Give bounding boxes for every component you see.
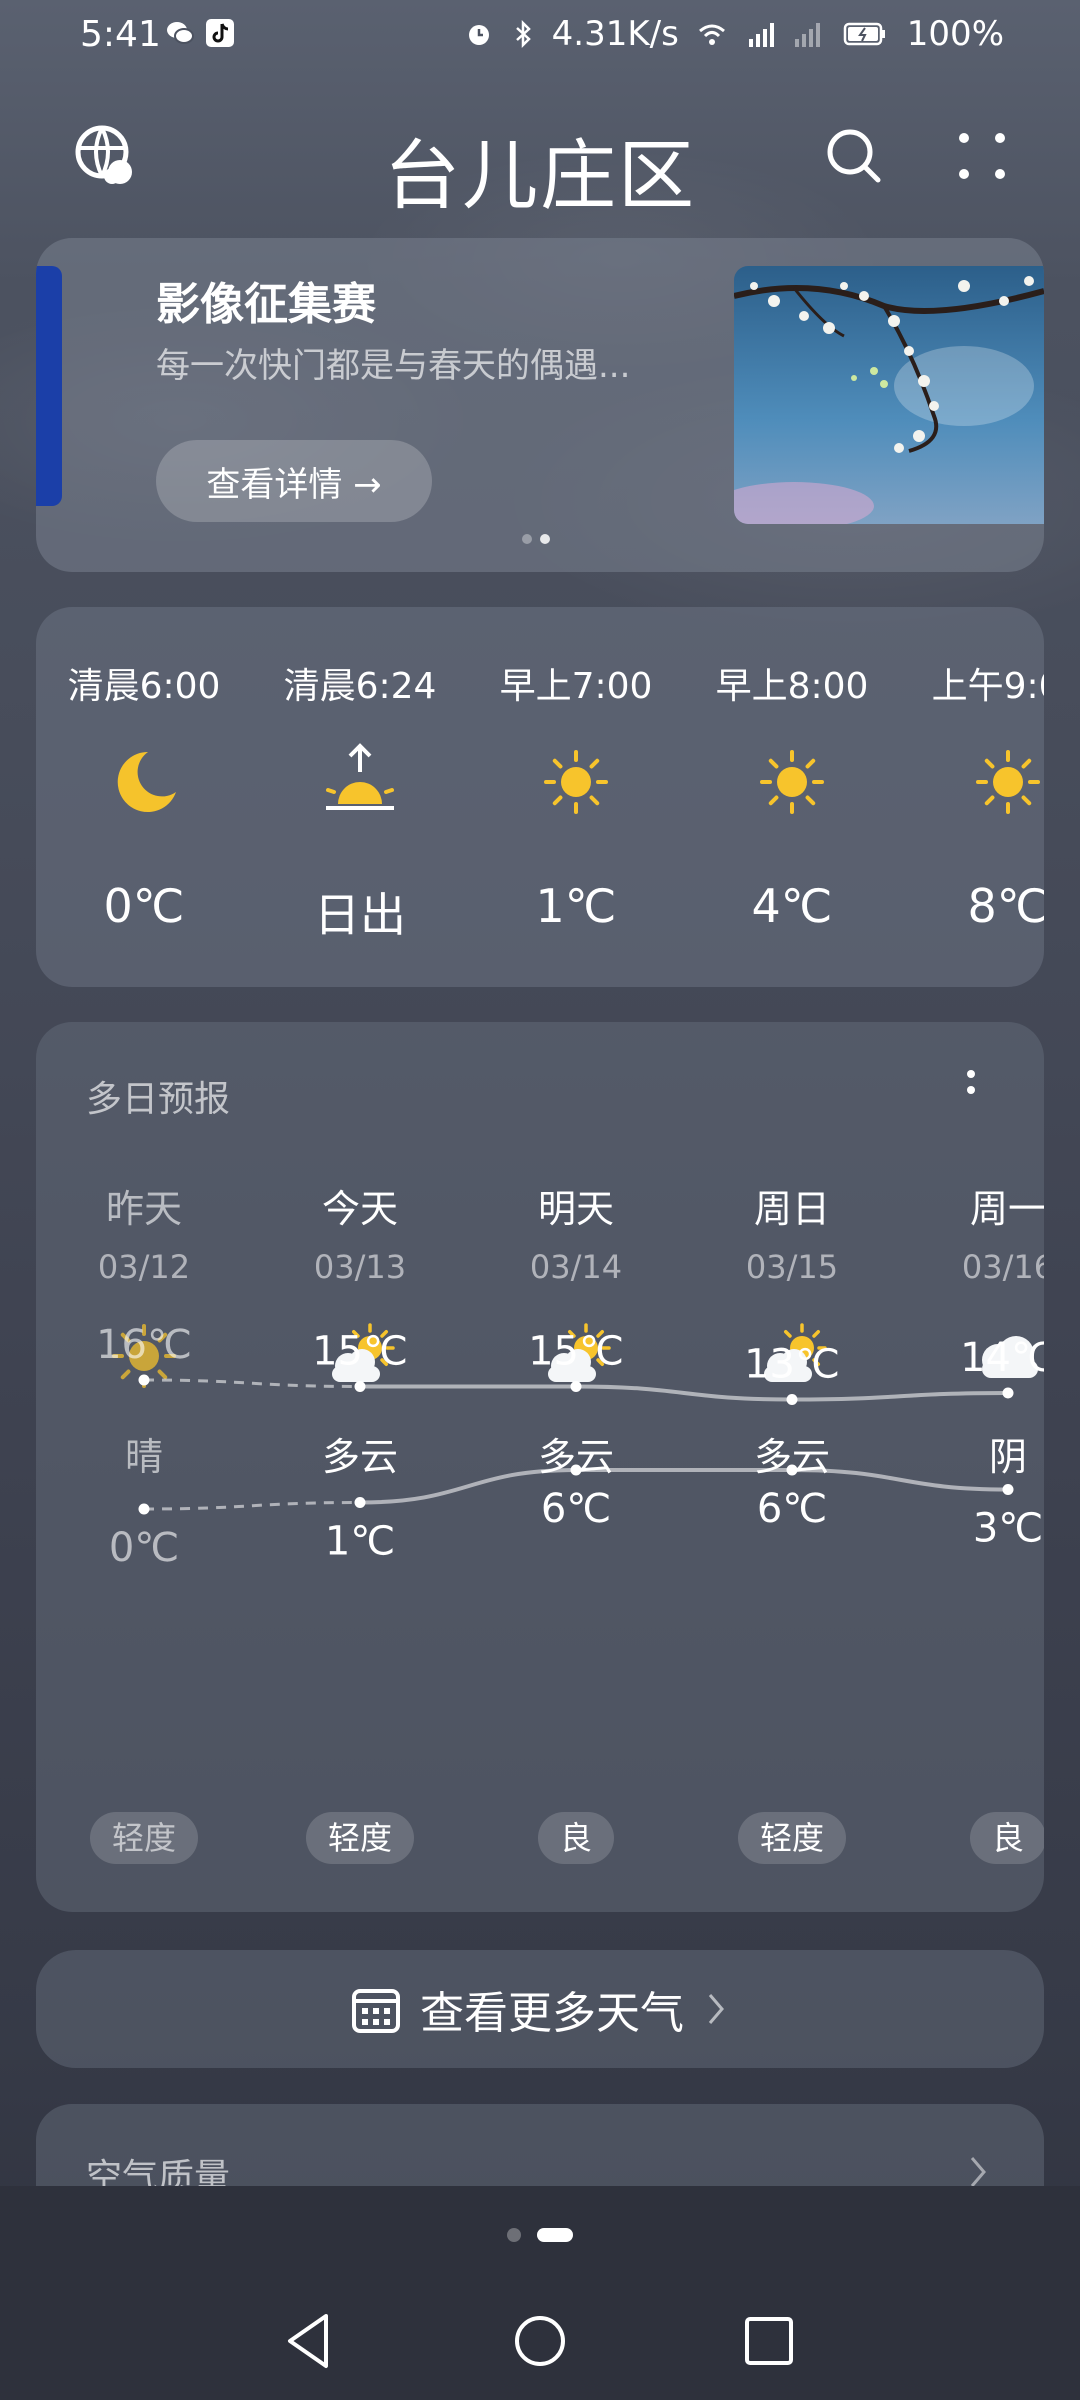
network-speed: 4.31K/s xyxy=(551,14,679,54)
alarm-icon xyxy=(468,25,489,45)
hour-time: 清晨6:00 xyxy=(67,666,221,707)
signal-secondary-icon xyxy=(794,23,820,47)
hour-temp: 0℃ xyxy=(103,879,185,933)
day-condition: 多云 xyxy=(753,1435,830,1479)
day-item[interactable]: 今天 03/13 多云 轻度 xyxy=(252,1022,468,1912)
promo-pagination xyxy=(522,534,550,544)
promo-prev-banner-edge xyxy=(36,266,62,506)
partly-cloudy-icon xyxy=(548,1323,611,1382)
cloud-icon xyxy=(982,1336,1038,1378)
nav-home-icon[interactable] xyxy=(505,2306,575,2376)
hour-item: 清晨6:00 0℃ xyxy=(36,607,252,987)
day-date: 03/14 xyxy=(529,1248,623,1286)
day-date: 03/16 xyxy=(961,1248,1044,1286)
hourly-forecast[interactable]: 清晨6:00 0℃ 清晨6:24 日出 早上7:00 1℃ 早上8:00 4℃ … xyxy=(36,607,1044,987)
day-name: 周日 xyxy=(753,1187,830,1231)
wechat-icon xyxy=(167,22,194,44)
daily-forecast[interactable]: 多日预报 昨天 03/12 晴 轻度 今天 03/13 多云 轻度 明天 03/… xyxy=(36,1022,1044,1912)
promo-subtitle: 每一次快门都是与春天的偶遇... xyxy=(156,346,631,386)
app-header: 台儿庄区 xyxy=(0,110,1080,220)
calendar-icon xyxy=(352,1989,400,2033)
hour-time: 早上8:00 xyxy=(715,666,869,707)
page-dot-active xyxy=(537,2228,573,2242)
hour-time: 上午9:00 xyxy=(931,666,1044,707)
day-item[interactable]: 明天 03/14 多云 良 xyxy=(468,1022,684,1912)
city-title: 台儿庄区 xyxy=(384,131,696,220)
promo-details-button[interactable]: 查看详情 → xyxy=(156,440,432,522)
promo-blossom-image xyxy=(734,266,1044,524)
search-icon[interactable] xyxy=(822,124,886,188)
hour-item: 清晨6:24 日出 xyxy=(252,607,468,987)
day-condition: 多云 xyxy=(321,1435,398,1479)
day-item[interactable]: 周一 03/16 阴 良 xyxy=(900,1022,1044,1912)
day-condition: 阴 xyxy=(988,1435,1027,1479)
day-date: 03/15 xyxy=(745,1248,839,1286)
status-time: 5:41 xyxy=(80,14,161,55)
city-page-indicator xyxy=(0,2228,1080,2242)
day-date: 03/12 xyxy=(97,1248,191,1286)
aqi-badge: 轻度 xyxy=(305,1812,415,1864)
sun-icon xyxy=(544,750,608,814)
partly-cloudy-icon xyxy=(332,1323,395,1382)
battery-level: 100% xyxy=(906,14,1004,54)
aqi-badge: 良 xyxy=(537,1812,615,1864)
day-name: 今天 xyxy=(321,1187,398,1231)
day-condition: 多云 xyxy=(537,1435,614,1479)
chevron-right-icon xyxy=(970,2157,986,2187)
sun-icon xyxy=(112,1324,176,1388)
day-name: 明天 xyxy=(537,1187,614,1231)
hour-item: 早上7:00 1℃ xyxy=(468,607,684,987)
hour-temp: 1℃ xyxy=(535,879,617,933)
day-name: 周一 xyxy=(969,1187,1044,1231)
hour-item: 早上8:00 4℃ xyxy=(684,607,900,987)
promo-dot xyxy=(522,534,532,544)
partly-cloudy-icon xyxy=(764,1323,827,1382)
tiktok-icon xyxy=(206,19,234,47)
status-notification-icons xyxy=(165,18,235,48)
aqi-badge: 轻度 xyxy=(89,1812,199,1864)
hour-time: 清晨6:24 xyxy=(283,666,437,707)
more-grid-icon[interactable] xyxy=(950,124,1014,188)
nav-back-icon[interactable] xyxy=(274,2306,344,2376)
aqi-badge: 良 xyxy=(969,1812,1044,1864)
sun-icon xyxy=(976,750,1040,814)
promo-dot-active xyxy=(540,534,550,544)
day-item[interactable]: 昨天 03/12 晴 轻度 xyxy=(36,1022,252,1912)
hour-temp: 4℃ xyxy=(751,879,833,933)
battery-icon xyxy=(843,22,885,46)
day-name: 昨天 xyxy=(105,1187,182,1231)
hour-temp: 8℃ xyxy=(967,879,1044,933)
more-weather-button[interactable]: 查看更多天气 xyxy=(36,1950,1044,2068)
promo-banner[interactable]: 影像征集赛 每一次快门都是与春天的偶遇... 查看详情 → xyxy=(36,238,1044,572)
wifi-icon xyxy=(698,24,725,45)
chevron-right-icon xyxy=(708,1994,724,2024)
bluetooth-icon xyxy=(515,19,531,49)
hour-event: 日出 xyxy=(314,888,406,942)
signal-icon xyxy=(748,23,774,47)
page-dot xyxy=(507,2228,521,2242)
day-date: 03/13 xyxy=(313,1248,407,1286)
more-weather-label: 查看更多天气 xyxy=(420,1988,684,2039)
status-bar: 5:41 4.31K/s 100% xyxy=(0,0,1080,72)
aqi-badge: 轻度 xyxy=(737,1812,847,1864)
sunrise-icon xyxy=(326,743,394,810)
moon-icon xyxy=(117,751,176,812)
nav-recents-icon[interactable] xyxy=(734,2306,804,2376)
hour-item: 上午9:00 8℃ xyxy=(900,607,1044,987)
status-system-icons: 4.31K/s 100% xyxy=(464,14,1004,54)
hour-time: 早上7:00 xyxy=(499,666,653,707)
day-condition: 晴 xyxy=(124,1435,163,1479)
bottom-bar xyxy=(0,2186,1080,2400)
sun-icon xyxy=(760,750,824,814)
day-item[interactable]: 周日 03/15 多云 轻度 xyxy=(684,1022,900,1912)
promo-title: 影像征集赛 xyxy=(156,279,376,330)
